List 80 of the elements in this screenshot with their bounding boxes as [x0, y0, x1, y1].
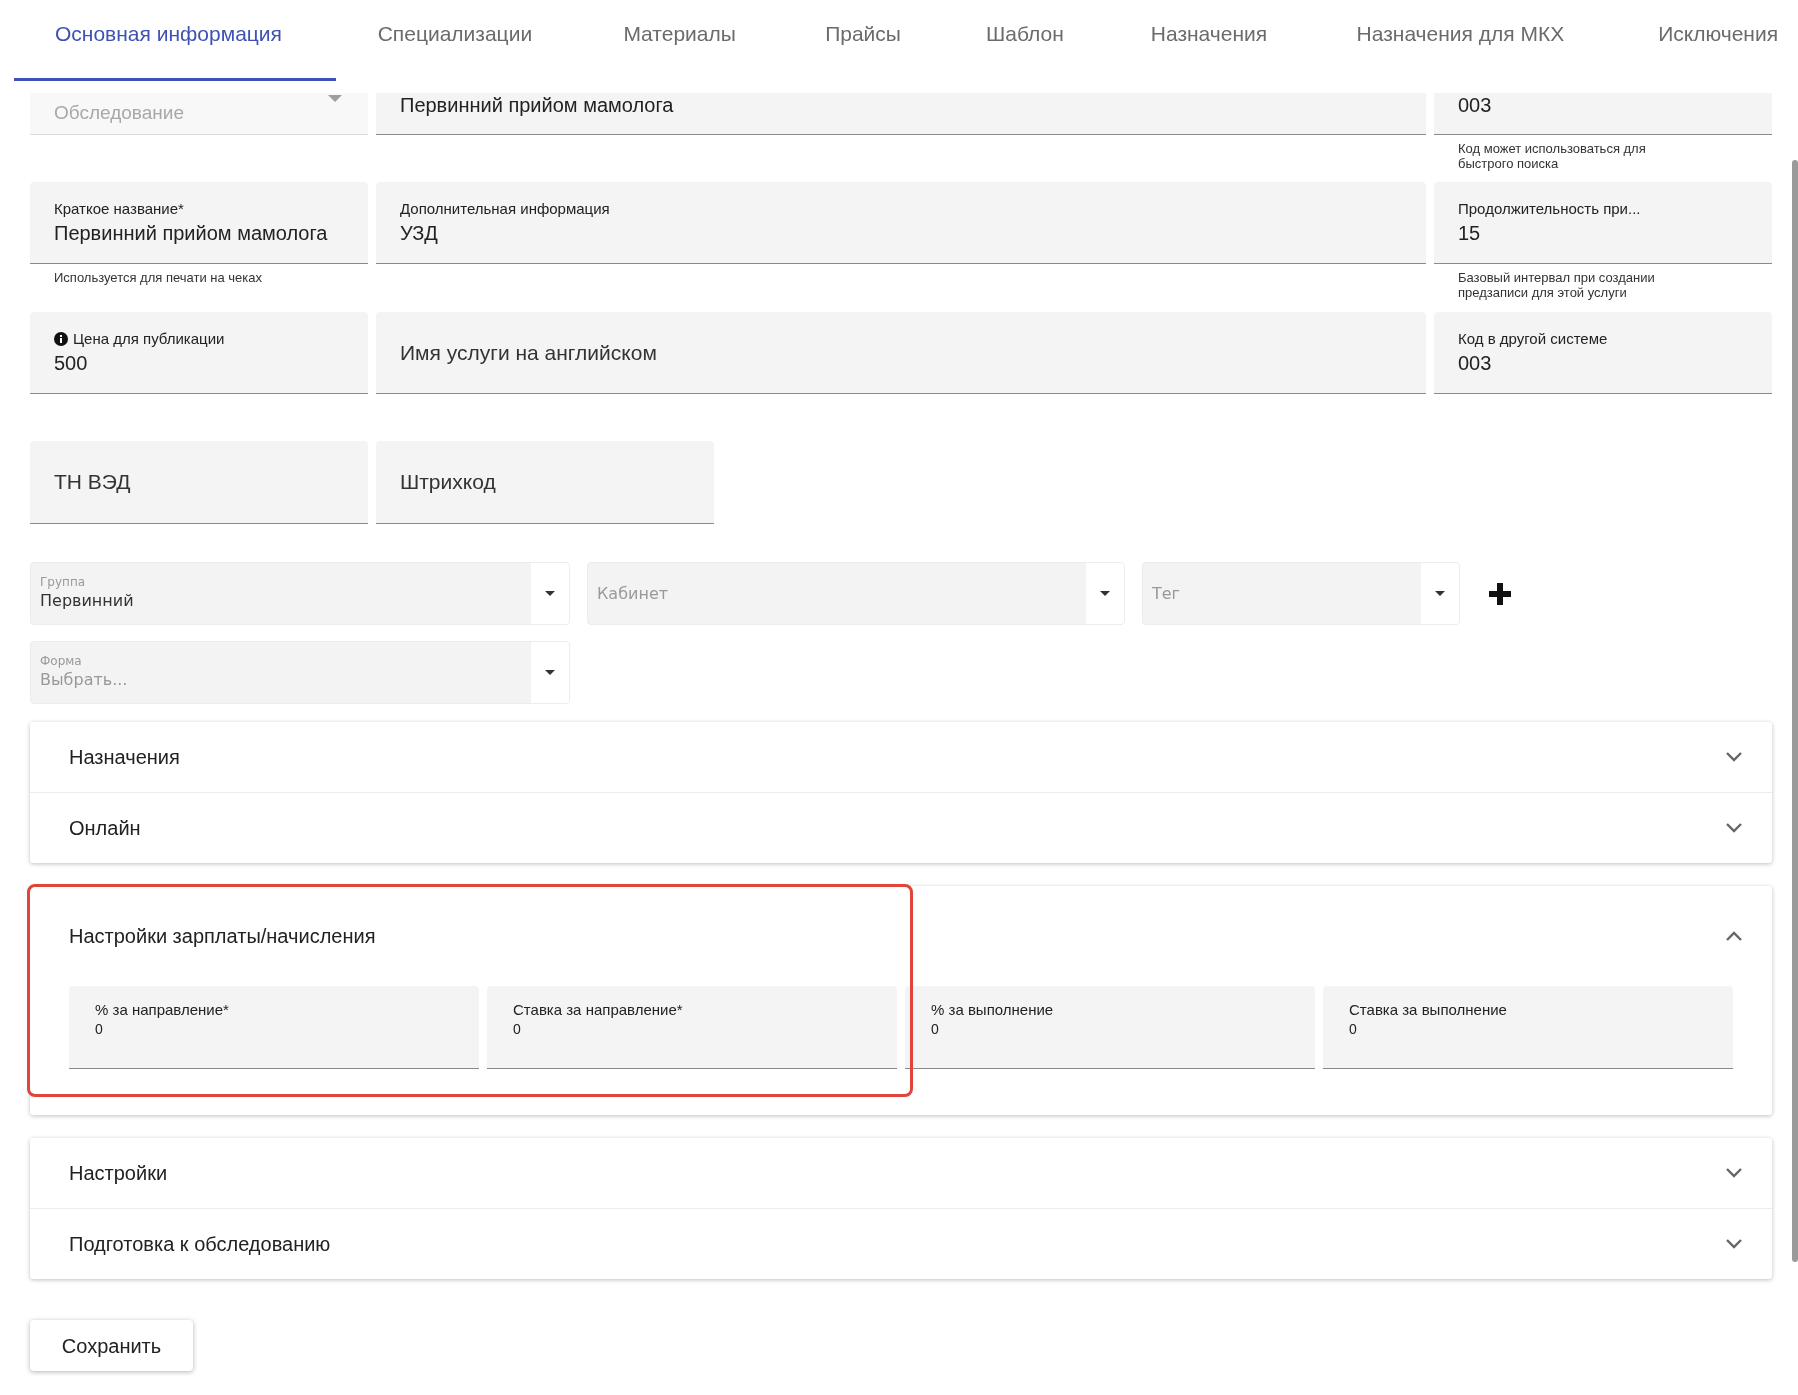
field-value: 0	[931, 1020, 940, 1038]
chevron-down-icon	[1726, 1239, 1742, 1249]
scrollbar[interactable]	[1792, 160, 1798, 1262]
field-label: Краткое название*	[54, 199, 184, 219]
field-placeholder: Штрихкод	[400, 469, 497, 496]
field-value: 003	[1458, 350, 1493, 375]
text-field[interactable]: Штрихкод	[376, 441, 714, 524]
chevron-down-icon	[1726, 823, 1742, 833]
accordion-title: Настройки зарплаты/начисления	[69, 924, 376, 949]
tab[interactable]: Прайсы	[825, 0, 986, 81]
field-label: Цена для публикации	[73, 329, 225, 349]
accordion-title: Назначения	[69, 745, 180, 770]
helper-text: Код может использоваться для быстрого поиска	[1458, 141, 1647, 171]
field-label: % за направление*	[95, 1000, 230, 1020]
accordion-header[interactable]: Онлайн	[30, 793, 1772, 863]
caret-icon	[1100, 591, 1110, 596]
caret-icon	[1435, 591, 1445, 596]
text-field[interactable]: Краткое название* Первинний прийом мамолога	[30, 182, 368, 264]
accordion-header[interactable]: Настройки	[30, 1138, 1772, 1208]
tab[interactable]: Назначения	[1150, 0, 1357, 81]
field-placeholder: Имя услуги на английском	[400, 339, 658, 366]
helper-text: Используется для печати на чеках	[54, 270, 264, 285]
field-value: Первинний прийом мамолога	[400, 93, 675, 117]
tab[interactable]: Материалы	[623, 0, 826, 81]
plus-icon	[1488, 581, 1512, 606]
text-field[interactable]: Код в другой системе 003	[1434, 312, 1772, 394]
chevron-down-icon	[1726, 752, 1742, 762]
select-value: Первинний	[40, 590, 135, 612]
text-field[interactable]: % за выполнение 0	[905, 986, 1315, 1069]
accordion-title: Онлайн	[69, 816, 141, 841]
field-value: 0	[513, 1020, 522, 1038]
text-field[interactable]: Ставка за направление* 0	[487, 986, 897, 1069]
tab[interactable]: Основная информация	[14, 0, 336, 81]
tab[interactable]: Специализации	[335, 0, 624, 81]
field-value: 003	[1458, 93, 1493, 117]
text-field[interactable]: Дополнительная информация УЗД	[376, 182, 1426, 264]
text-field[interactable]: 003	[1434, 93, 1772, 135]
accordion-header[interactable]: Назначения	[30, 722, 1772, 792]
save-button[interactable]: Сохранить	[30, 1320, 193, 1371]
field-label: % за выполнение	[931, 1000, 1055, 1020]
add-button[interactable]	[1487, 580, 1513, 607]
caret-icon	[545, 591, 555, 596]
accordion-title: Настройки	[69, 1161, 168, 1186]
chevron-up-icon	[1726, 931, 1742, 941]
accordion-title: Подготовка к обследованию	[69, 1232, 331, 1257]
accordion-header[interactable]: Настройки зарплаты/начисления	[30, 886, 1772, 986]
field-label: Ставка за выполнение	[1349, 1000, 1508, 1020]
field-value: 0	[95, 1020, 104, 1038]
caret-icon	[328, 95, 342, 102]
tab[interactable]: Назначения для МКХ	[1356, 0, 1659, 81]
chevron-down-icon	[1726, 1168, 1742, 1178]
text-field[interactable]: ТН ВЭД	[30, 441, 368, 524]
text-field[interactable]: Ставка за выполнение 0	[1323, 986, 1733, 1069]
field-value: 15	[1458, 220, 1482, 245]
field-label: Продолжительность при...	[1458, 199, 1641, 219]
field-value: 0	[1349, 1020, 1358, 1038]
select-placeholder: Кабинет	[597, 582, 670, 605]
select-label: Форма	[40, 654, 83, 669]
field-label: Дополнительная информация	[400, 199, 610, 219]
caret-icon	[545, 670, 555, 675]
text-field[interactable]: Продолжительность при... 15	[1434, 182, 1772, 264]
select-field[interactable]: Группа Первинний	[30, 562, 570, 625]
text-field[interactable]: Цена для публикации 500	[30, 312, 368, 394]
field-placeholder: ТН ВЭД	[54, 469, 132, 496]
select-value: Обследование	[54, 101, 184, 126]
text-field[interactable]: % за направление* 0	[69, 986, 479, 1069]
field-label: Код в другой системе	[1458, 329, 1608, 349]
select-placeholder: Выбрать...	[40, 669, 129, 691]
tab[interactable]: Шаблон	[985, 0, 1151, 81]
text-field[interactable]: Имя услуги на английском	[376, 312, 1426, 394]
helper-text: Базовый интервал при создании предзаписи для этой услуги	[1458, 270, 1656, 300]
field-label: Ставка за направление*	[513, 1000, 684, 1020]
select-placeholder: Тег	[1152, 582, 1182, 605]
field-value: 500	[54, 350, 89, 375]
accordion-header[interactable]: Подготовка к обследованию	[30, 1209, 1772, 1279]
text-field[interactable]: Первинний прийом мамолога	[376, 93, 1426, 135]
tab[interactable]: Исключения	[1658, 0, 1798, 81]
select-label: Группа	[40, 575, 87, 590]
field-value: Первинний прийом мамолога	[54, 220, 329, 245]
field-value: УЗД	[400, 220, 439, 245]
